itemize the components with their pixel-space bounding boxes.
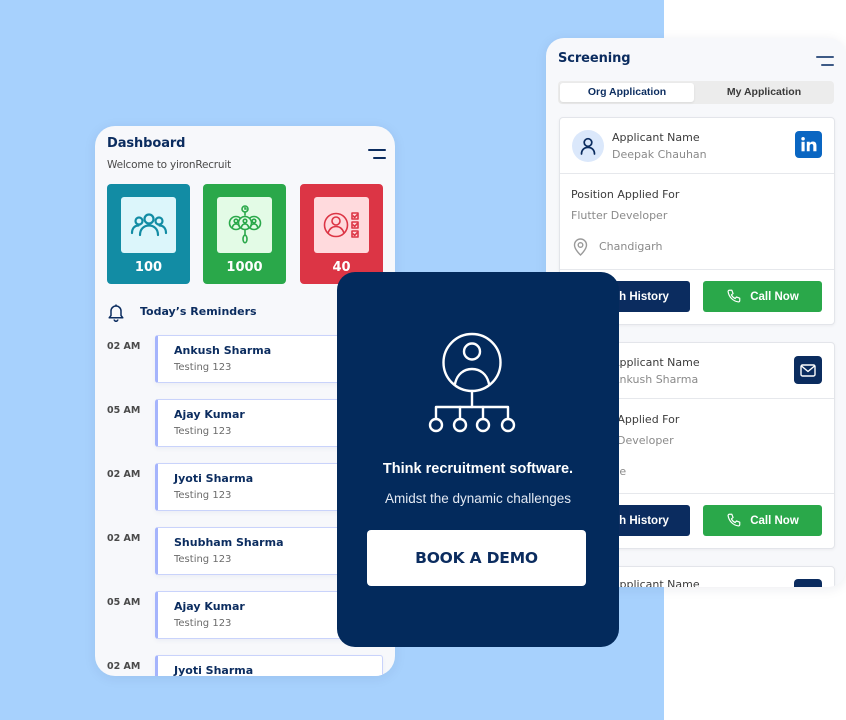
reminder-name: Jyoti Sharma bbox=[174, 664, 254, 676]
phone-icon bbox=[727, 513, 741, 527]
stat-card-pipeline[interactable]: 1000 bbox=[203, 184, 286, 284]
promo-subtext: Amidst the dynamic challenges bbox=[384, 491, 572, 506]
position-label: Position Applied For bbox=[571, 188, 680, 201]
dashboard-title: Dashboard bbox=[107, 136, 186, 151]
divider bbox=[560, 269, 834, 270]
divider bbox=[560, 173, 834, 174]
call-now-label: Call Now bbox=[750, 514, 799, 527]
reminder-name: Ajay Kumar bbox=[174, 600, 245, 613]
reminder-time: 05 AM bbox=[107, 405, 141, 416]
applicant-name: Ankush Sharma bbox=[612, 373, 699, 386]
location-pin-icon bbox=[573, 238, 588, 256]
call-now-button[interactable]: Call Now bbox=[703, 281, 822, 312]
reminder-name: Shubham Sharma bbox=[174, 536, 284, 549]
user-icon bbox=[580, 137, 596, 155]
reminder-note: Testing 123 bbox=[174, 426, 232, 437]
location-value: Chandigarh bbox=[599, 240, 663, 253]
reminder-time: 02 AM bbox=[107, 469, 141, 480]
stat-icon-box bbox=[217, 197, 272, 253]
reminder-time: 02 AM bbox=[107, 341, 141, 352]
call-now-label: Call Now bbox=[750, 290, 799, 303]
applicant-name-label: Applicant Name bbox=[612, 578, 700, 587]
org-hierarchy-icon bbox=[428, 332, 516, 433]
bell-icon bbox=[108, 304, 124, 322]
application-tabs: Org Application My Application bbox=[558, 81, 834, 104]
stat-card-shortlisted[interactable]: 40 bbox=[300, 184, 383, 284]
stat-icon-box bbox=[314, 197, 369, 253]
hamburger-icon[interactable] bbox=[816, 56, 834, 66]
reminder-card[interactable]: Jyoti Sharma bbox=[155, 655, 383, 676]
reminder-time: 02 AM bbox=[107, 533, 141, 544]
applicant-name-label: Applicant Name bbox=[612, 356, 700, 369]
reminder-note: Testing 123 bbox=[174, 554, 232, 565]
reminder-time: 05 AM bbox=[107, 597, 141, 608]
candidate-pipeline-icon bbox=[228, 205, 261, 244]
reminder-note: Testing 123 bbox=[174, 618, 232, 629]
reminder-note: Testing 123 bbox=[174, 362, 232, 373]
position-value: Flutter Developer bbox=[571, 209, 668, 222]
mail-icon[interactable] bbox=[794, 356, 822, 384]
stat-value: 1000 bbox=[226, 260, 263, 275]
promo-headline: Think recruitment software. bbox=[382, 461, 574, 477]
reminder-row[interactable]: 02 AM Jyoti Sharma bbox=[95, 655, 395, 676]
tab-org-application[interactable]: Org Application bbox=[560, 83, 694, 102]
applicant-name: Deepak Chauhan bbox=[612, 148, 707, 161]
phone-icon bbox=[727, 289, 741, 303]
reminders-title: Today’s Reminders bbox=[140, 305, 257, 318]
applicant-checklist-icon bbox=[323, 212, 359, 238]
stat-icon-box bbox=[121, 197, 176, 253]
stat-card-total[interactable]: 100 bbox=[107, 184, 190, 284]
book-demo-button[interactable]: BOOK A DEMO bbox=[367, 530, 586, 586]
dashboard-subtitle: Welcome to yironRecruit bbox=[107, 159, 232, 171]
reminder-note: Testing 123 bbox=[174, 490, 232, 501]
call-now-button[interactable]: Call Now bbox=[703, 505, 822, 536]
book-demo-card: Think recruitment software. Amidst the d… bbox=[337, 272, 619, 647]
tab-my-application[interactable]: My Application bbox=[696, 83, 832, 102]
screening-title: Screening bbox=[558, 51, 631, 66]
reminder-name: Ankush Sharma bbox=[174, 344, 272, 357]
reminder-time: 02 AM bbox=[107, 661, 141, 672]
linkedin-icon[interactable] bbox=[795, 131, 822, 158]
hamburger-icon[interactable] bbox=[368, 149, 386, 159]
applicant-name-label: Applicant Name bbox=[612, 131, 700, 144]
contact-source-icon[interactable] bbox=[794, 579, 822, 587]
users-group-icon bbox=[130, 213, 167, 237]
reminder-name: Jyoti Sharma bbox=[174, 472, 254, 485]
reminder-name: Ajay Kumar bbox=[174, 408, 245, 421]
stat-value: 100 bbox=[134, 260, 163, 275]
avatar bbox=[572, 130, 604, 162]
